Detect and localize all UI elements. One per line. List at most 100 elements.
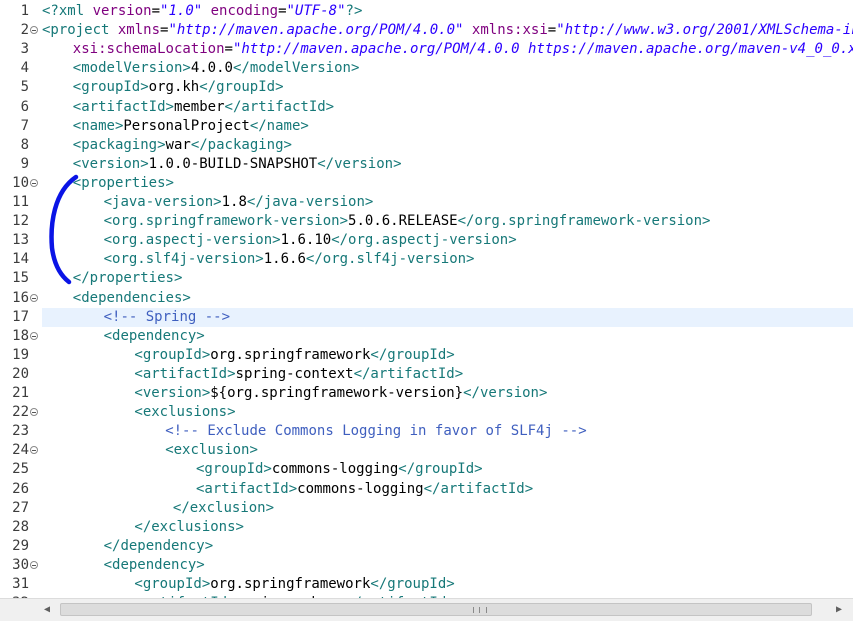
fold-collapse-icon[interactable] bbox=[30, 331, 38, 340]
line-number: 17 bbox=[12, 308, 29, 325]
scrollbar-thumb[interactable] bbox=[60, 603, 812, 616]
code-token: <exclusions> bbox=[134, 404, 236, 421]
code-text: <dependencies> bbox=[42, 289, 853, 308]
code-line[interactable]: 14 <org.slf4j-version>1.6.6</org.slf4j-ve… bbox=[0, 250, 853, 269]
code-line[interactable]: 17 <!-- Spring --> bbox=[0, 307, 853, 327]
code-line[interactable]: 13 <org.aspectj-version>1.6.10</org.aspec… bbox=[0, 231, 853, 250]
code-line[interactable]: 24 <exclusion> bbox=[0, 441, 853, 460]
code-token: 1.6.10 bbox=[280, 232, 332, 249]
code-line[interactable]: 22 <exclusions> bbox=[0, 403, 853, 422]
code-token: org.springframework bbox=[210, 346, 371, 363]
code-token: <?xml bbox=[42, 3, 93, 19]
code-token: </name> bbox=[249, 117, 309, 134]
code-line[interactable]: 20 <artifactId>spring-context</artifactId… bbox=[0, 365, 853, 384]
fold-collapse-icon[interactable] bbox=[30, 446, 38, 455]
code-line[interactable]: 23 <!-- Exclude Commons Logging in favor … bbox=[0, 422, 853, 441]
code-line[interactable]: 1 <?xml version="1.0" encoding="UTF-8"?> bbox=[0, 2, 853, 21]
code-line[interactable]: 21 <version>${org.springframework-version… bbox=[0, 384, 853, 403]
code-line[interactable]: 31 <groupId>org.springframework</groupId> bbox=[0, 575, 853, 594]
fold-collapse-icon[interactable] bbox=[30, 293, 38, 302]
scroll-right-icon[interactable]: ▶ bbox=[832, 603, 846, 617]
line-number: 29 bbox=[12, 537, 29, 554]
code-text: <properties> bbox=[42, 174, 853, 193]
code-text: xsi:schemaLocation="http://maven.apache.… bbox=[42, 40, 853, 59]
code-text: <project xmlns = "http://maven.apache.org/… bbox=[42, 21, 853, 40]
code-line[interactable]: 16 <dependencies> bbox=[0, 289, 853, 308]
scroll-left-icon[interactable]: ◀ bbox=[40, 603, 54, 617]
line-number: 12 bbox=[12, 213, 29, 230]
line-number: 23 bbox=[12, 423, 29, 440]
code-token: <groupId> bbox=[134, 346, 211, 363]
code-text: <version>1.0.0-BUILD-SNAPSHOT</version> bbox=[42, 155, 853, 174]
line-number: 3 bbox=[20, 41, 29, 58]
code-token: <name> bbox=[72, 117, 124, 134]
code-token: 4.0.0 bbox=[190, 60, 233, 77]
code-text: <version>${org.springframework-version}<… bbox=[42, 384, 853, 403]
code-line[interactable]: 7 <name>PersonalProject</name> bbox=[0, 117, 853, 136]
horizontal-scrollbar[interactable]: ◀ ▶ bbox=[0, 598, 853, 621]
code-token: <groupId> bbox=[72, 79, 149, 96]
code-line[interactable]: 9 <version>1.0.0-BUILD-SNAPSHOT</version> bbox=[0, 155, 853, 174]
code-token: <!-- Spring --> bbox=[103, 308, 231, 325]
code-token: "http://maven.apache.org/POM/4.0.0" bbox=[168, 22, 464, 39]
code-token: </properties> bbox=[72, 270, 183, 287]
code-text: <groupId>commons-logging</groupId> bbox=[42, 460, 853, 479]
code-line[interactable]: 5 <groupId>org.kh</groupId> bbox=[0, 78, 853, 97]
code-token: commons-logging bbox=[297, 480, 424, 497]
code-line[interactable]: 27 </exclusion> bbox=[0, 499, 853, 518]
code-line[interactable]: 3 xsi:schemaLocation="http://maven.apache… bbox=[0, 40, 853, 59]
code-line[interactable]: 29 </dependency> bbox=[0, 537, 853, 556]
fold-collapse-icon[interactable] bbox=[30, 178, 38, 187]
code-token: </modelVersion> bbox=[232, 60, 360, 77]
code-token: </artifactId> bbox=[353, 365, 464, 382]
code-token: xsi:schemaLocation bbox=[72, 41, 225, 58]
code-token: = bbox=[278, 3, 287, 19]
code-line[interactable]: 18 <dependency> bbox=[0, 327, 853, 346]
code-text: <artifactId>member</artifactId> bbox=[42, 98, 853, 117]
code-line[interactable]: 25 <groupId>commons-logging</groupId> bbox=[0, 460, 853, 479]
fold-collapse-icon[interactable] bbox=[30, 560, 38, 569]
line-number: 25 bbox=[12, 461, 29, 478]
code-token: </java-version> bbox=[246, 194, 374, 210]
code-line[interactable]: 6 <artifactId>member</artifactId> bbox=[0, 98, 853, 117]
code-token: = bbox=[224, 41, 233, 58]
code-line[interactable]: 8 <packaging>war</packaging> bbox=[0, 136, 853, 155]
line-number: 15 bbox=[12, 270, 29, 287]
code-text: </properties> bbox=[42, 269, 853, 288]
code-token: </exclusions> bbox=[134, 518, 244, 535]
fold-collapse-icon[interactable] bbox=[30, 26, 38, 35]
code-token: encoding bbox=[210, 3, 279, 19]
code-token: <dependencies> bbox=[72, 289, 191, 306]
line-number: 19 bbox=[12, 346, 29, 363]
code-line[interactable]: 2 <project xmlns = "http://maven.apache.org… bbox=[0, 21, 853, 40]
code-token: </artifactId> bbox=[423, 480, 534, 497]
xml-editor[interactable]: 1 <?xml version="1.0" encoding="UTF-8"?> 2… bbox=[0, 0, 853, 598]
code-line[interactable]: 10 <properties> bbox=[0, 174, 853, 193]
line-number: 7 bbox=[20, 117, 29, 134]
code-token: <project bbox=[42, 22, 118, 39]
code-line[interactable]: 26 <artifactId>commons-logging</artifactI… bbox=[0, 480, 853, 499]
code-token: 1.8 bbox=[221, 194, 247, 210]
code-text: <modelVersion>4.0.0</modelVersion> bbox=[42, 59, 853, 78]
code-line[interactable]: 15 </properties> bbox=[0, 269, 853, 288]
code-token: = bbox=[151, 3, 161, 19]
code-line[interactable]: 11 <java-version>1.8</java-version> bbox=[0, 193, 853, 212]
code-line[interactable]: 19 <groupId>org.springframework</groupId> bbox=[0, 346, 853, 365]
code-line[interactable]: 12 <org.springframework-version>5.0.6.REL… bbox=[0, 212, 853, 231]
code-line[interactable]: 28 </exclusions> bbox=[0, 518, 853, 537]
code-token: </org.springframework-version> bbox=[457, 213, 711, 230]
code-token: <dependency> bbox=[103, 327, 205, 344]
code-text: <org.aspectj-version>1.6.10</org.aspectj… bbox=[42, 231, 853, 250]
code-token: commons-logging bbox=[271, 461, 399, 478]
code-line[interactable]: 30 <dependency> bbox=[0, 556, 853, 575]
code-token: </groupId> bbox=[370, 576, 455, 592]
code-line[interactable]: 4 <modelVersion>4.0.0</modelVersion> bbox=[0, 59, 853, 78]
line-number: 16 bbox=[12, 289, 29, 306]
line-number: 31 bbox=[12, 576, 29, 592]
code-token: ${org.springframework-version} bbox=[210, 385, 464, 401]
code-token: spring-context bbox=[235, 365, 354, 382]
fold-collapse-icon[interactable] bbox=[30, 408, 38, 417]
code-token: ?> bbox=[345, 3, 363, 19]
